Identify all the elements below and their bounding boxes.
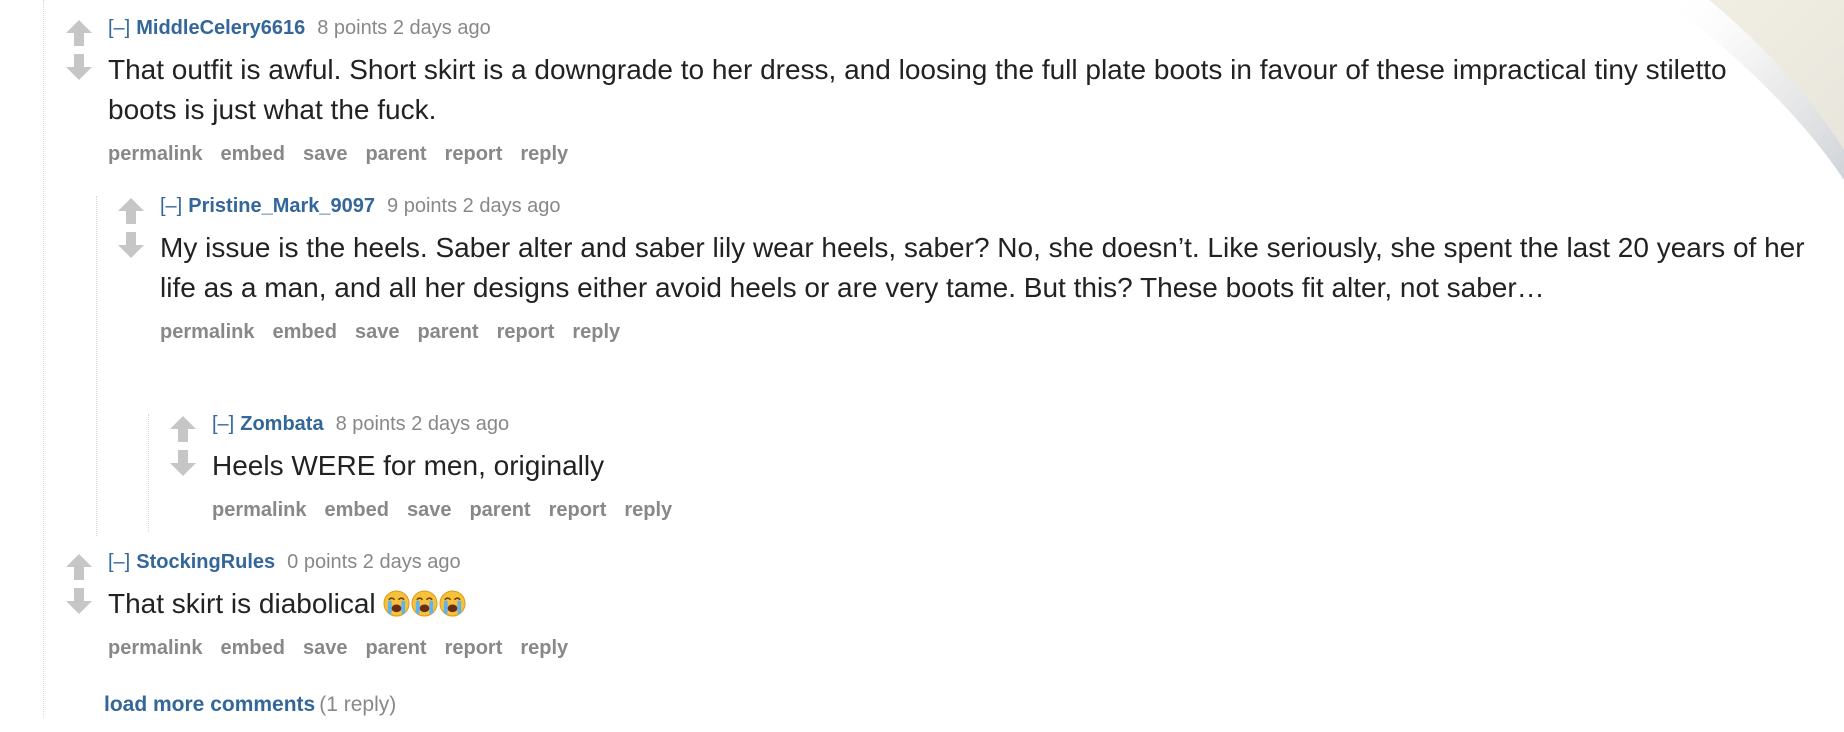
upvote-arrow-icon[interactable] xyxy=(64,18,94,48)
reply-button[interactable]: reply xyxy=(520,637,568,659)
comment-actions: permalink embed save parent report reply xyxy=(160,320,1840,344)
report-button[interactable]: report xyxy=(445,143,503,165)
reply-button[interactable]: reply xyxy=(520,143,568,165)
load-more-comments: load more comments (1 reply) xyxy=(104,692,396,718)
child-thread-line xyxy=(148,414,149,532)
child-thread-line xyxy=(96,196,97,536)
score: 8 points xyxy=(317,17,388,39)
loudly-crying-face-emoji xyxy=(439,590,466,617)
save-button[interactable]: save xyxy=(303,143,348,165)
permalink-button[interactable]: permalink xyxy=(108,637,202,659)
comment-body: That skirt is diabolical xyxy=(108,584,1728,624)
score: 9 points xyxy=(387,195,458,217)
vote-controls xyxy=(114,194,148,264)
collapse-toggle[interactable]: [–] xyxy=(108,551,130,573)
loudly-crying-face-emoji xyxy=(383,590,410,617)
comment-body: My issue is the heels. Saber alter and s… xyxy=(160,232,1805,303)
parent-button[interactable]: parent xyxy=(417,321,478,343)
permalink-button[interactable]: permalink xyxy=(212,499,306,521)
upvote-arrow-icon[interactable] xyxy=(64,552,94,582)
embed-button[interactable]: embed xyxy=(220,143,284,165)
comment-tagline: [–] Pristine_Mark_9097 9 points 2 days ago xyxy=(160,194,1840,218)
comment-actions: permalink embed save parent report reply xyxy=(212,498,1752,522)
vote-controls xyxy=(62,16,96,86)
vote-controls xyxy=(62,550,96,620)
upvote-arrow-icon[interactable] xyxy=(116,196,146,226)
comment-tagline: [–] Zombata 8 points 2 days ago xyxy=(212,412,1752,436)
downvote-arrow-icon[interactable] xyxy=(168,448,198,478)
permalink-button[interactable]: permalink xyxy=(160,321,254,343)
upvote-arrow-icon[interactable] xyxy=(168,414,198,444)
thread-line xyxy=(43,0,44,718)
downvote-arrow-icon[interactable] xyxy=(116,230,146,260)
permalink-button[interactable]: permalink xyxy=(108,143,202,165)
author-link[interactable]: Zombata xyxy=(240,413,323,435)
save-button[interactable]: save xyxy=(303,637,348,659)
timestamp[interactable]: 2 days ago xyxy=(363,551,461,573)
loudly-crying-face-emoji xyxy=(411,590,438,617)
report-button[interactable]: report xyxy=(497,321,555,343)
parent-button[interactable]: parent xyxy=(365,637,426,659)
timestamp[interactable]: 2 days ago xyxy=(393,17,491,39)
embed-button[interactable]: embed xyxy=(220,637,284,659)
reply-button[interactable]: reply xyxy=(572,321,620,343)
collapse-toggle[interactable]: [–] xyxy=(160,195,182,217)
save-button[interactable]: save xyxy=(355,321,400,343)
timestamp[interactable]: 2 days ago xyxy=(411,413,509,435)
comment-body: Heels WERE for men, originally xyxy=(212,450,605,481)
comment-body-text: That skirt is diabolical xyxy=(108,588,376,619)
collapse-toggle[interactable]: [–] xyxy=(212,413,234,435)
report-button[interactable]: report xyxy=(549,499,607,521)
score: 8 points xyxy=(335,413,406,435)
score: 0 points xyxy=(287,551,358,573)
comment-tagline: [–] MiddleCelery6616 8 points 2 days ago xyxy=(108,16,1728,40)
author-link[interactable]: Pristine_Mark_9097 xyxy=(188,195,375,217)
downvote-arrow-icon[interactable] xyxy=(64,52,94,82)
reply-count: (1 reply) xyxy=(319,693,397,716)
comment-actions: permalink embed save parent report reply xyxy=(108,636,1728,660)
embed-button[interactable]: embed xyxy=(324,499,388,521)
load-more-comments-link[interactable]: load more comments xyxy=(104,693,315,716)
comment-actions: permalink embed save parent report reply xyxy=(108,142,1728,166)
author-link[interactable]: StockingRules xyxy=(136,551,275,573)
reply-button[interactable]: reply xyxy=(624,499,672,521)
report-button[interactable]: report xyxy=(445,637,503,659)
vote-controls xyxy=(166,412,200,482)
downvote-arrow-icon[interactable] xyxy=(64,586,94,616)
save-button[interactable]: save xyxy=(407,499,452,521)
author-link[interactable]: MiddleCelery6616 xyxy=(136,17,305,39)
comment-tagline: [–] StockingRules 0 points 2 days ago xyxy=(108,550,1728,574)
parent-button[interactable]: parent xyxy=(469,499,530,521)
parent-button[interactable]: parent xyxy=(365,143,426,165)
comment-body: That outfit is awful. Short skirt is a d… xyxy=(108,54,1727,125)
collapse-toggle[interactable]: [–] xyxy=(108,17,130,39)
embed-button[interactable]: embed xyxy=(272,321,336,343)
timestamp[interactable]: 2 days ago xyxy=(463,195,561,217)
